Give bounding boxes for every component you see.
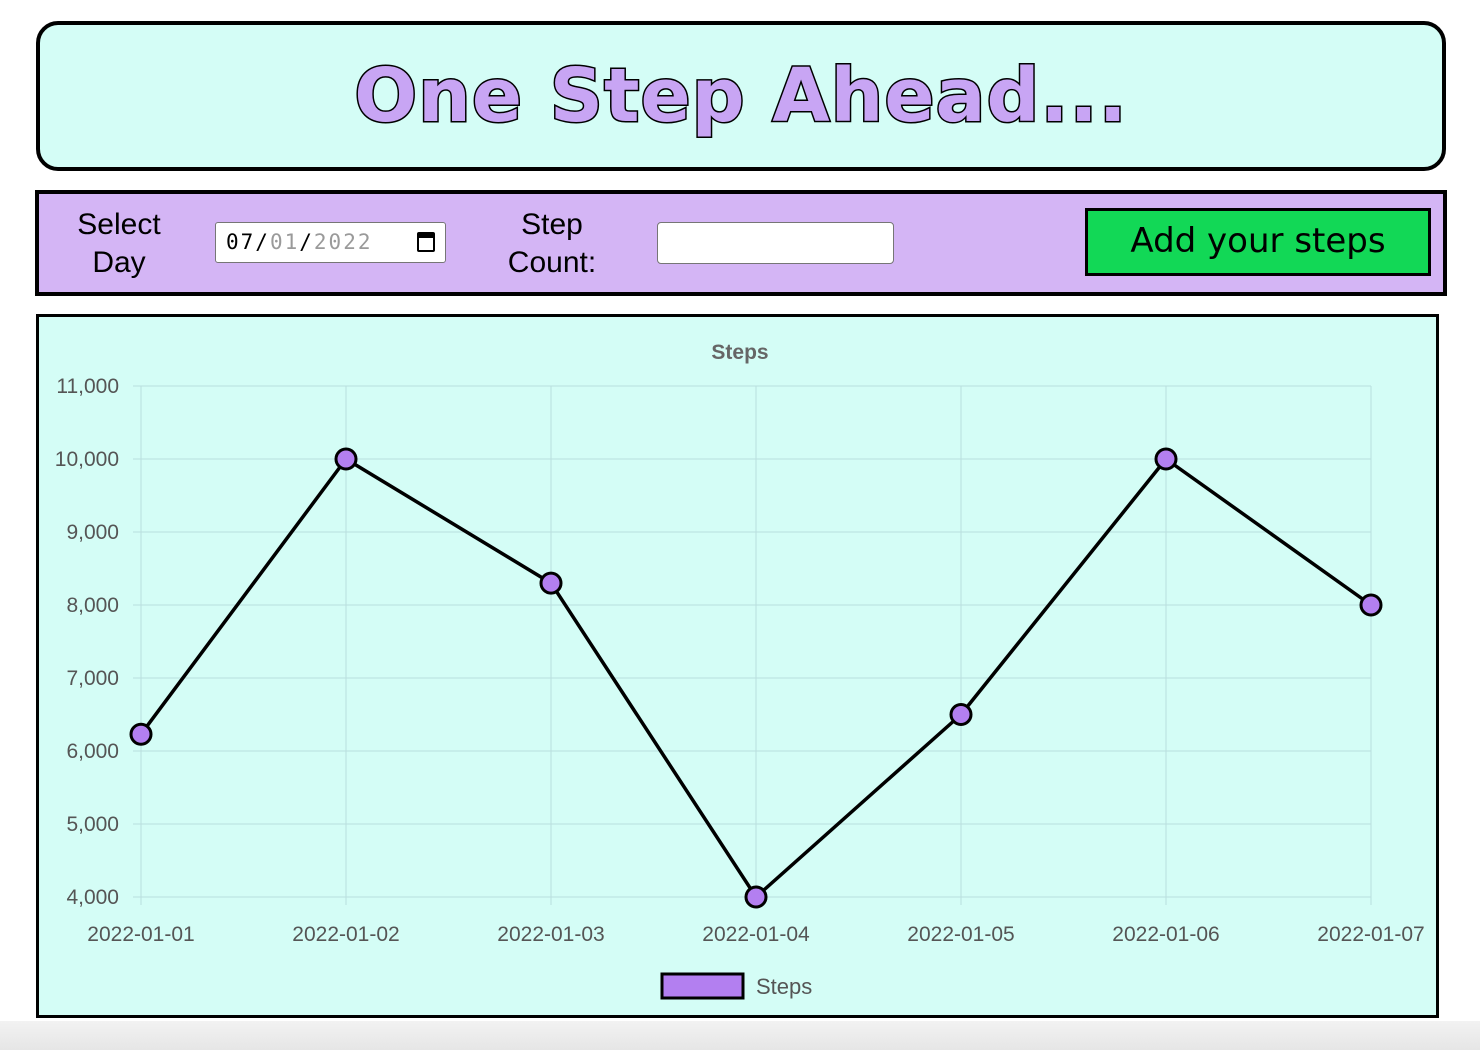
x-tick-label: 2022-01-07 [1317, 923, 1424, 946]
x-tick-label: 2022-01-03 [497, 923, 604, 946]
y-tick-label: 5,000 [66, 813, 119, 836]
select-day-label: Select Day [77, 208, 161, 279]
data-point[interactable] [129, 722, 153, 746]
data-point[interactable] [539, 571, 563, 595]
x-tick-label: 2022-01-01 [87, 923, 194, 946]
steps-chart-panel: 4,000 5,000 6,000 7,000 8,000 9,000 10,000 11,0… [36, 314, 1439, 1018]
chart-title: Steps [711, 341, 768, 364]
x-tick-label: 2022-01-02 [292, 923, 399, 946]
add-steps-button[interactable]: Add your steps [1085, 208, 1431, 276]
date-month[interactable]: 07 [226, 230, 255, 254]
x-tick-label: 2022-01-05 [907, 923, 1014, 946]
date-input[interactable]: 07/01/2022 [215, 222, 446, 263]
data-point[interactable] [949, 703, 973, 726]
date-year[interactable]: 2022 [314, 230, 373, 254]
steps-chart: 4,000 5,000 6,000 7,000 8,000 9,000 10,000 11,0… [55, 341, 1425, 1000]
y-tick-label: 4,000 [66, 886, 119, 909]
y-tick-label: 9,000 [66, 521, 119, 544]
data-point[interactable] [1359, 593, 1383, 617]
x-tick-label: 2022-01-06 [1112, 923, 1219, 946]
step-count-label: Step Count: [507, 208, 597, 279]
app-title: One Step Ahead... [353, 52, 1129, 141]
calendar-icon[interactable] [417, 232, 435, 252]
date-day[interactable]: 01 [270, 230, 299, 254]
legend-swatch[interactable] [660, 972, 745, 1000]
y-tick-label: 8,000 [66, 594, 119, 617]
data-point[interactable] [744, 885, 768, 909]
window-bottom-strip [0, 1021, 1480, 1050]
legend-label[interactable]: Steps [756, 974, 812, 999]
y-tick-label: 11,000 [56, 375, 119, 398]
step-count-input[interactable] [657, 222, 894, 264]
step-entry-form: Select Day 07/01/2022 Step Count: Add yo… [35, 190, 1447, 296]
y-tick-label: 7,000 [66, 667, 119, 690]
y-tick-label: 10,000 [55, 448, 119, 471]
data-point[interactable] [334, 447, 358, 471]
app-header: One Step Ahead... [36, 21, 1446, 171]
data-point[interactable] [1154, 447, 1178, 471]
x-tick-label: 2022-01-04 [702, 923, 810, 946]
y-tick-label: 6,000 [66, 740, 119, 763]
